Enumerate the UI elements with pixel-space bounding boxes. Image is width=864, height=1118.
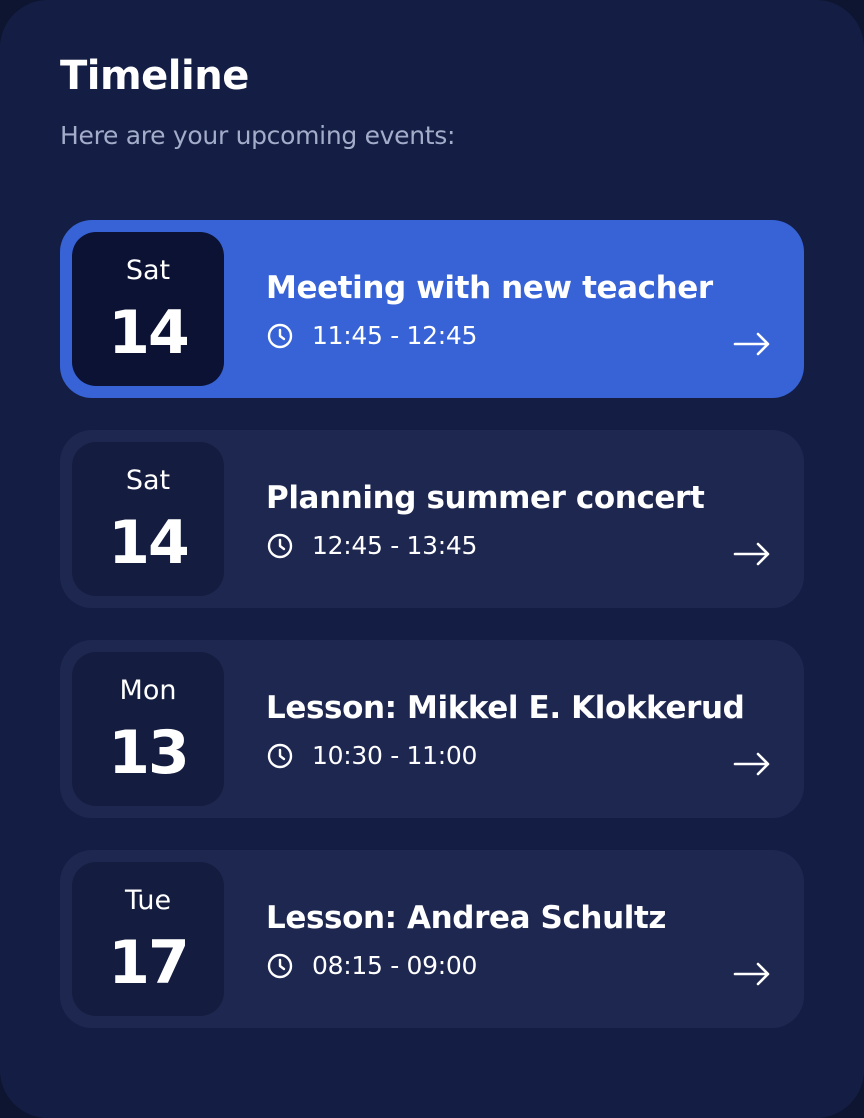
event-title: Meeting with new teacher [266,270,713,306]
event-date-box: Sat 14 [72,232,224,386]
event-time-row: 08:15 - 09:00 [266,948,477,984]
event-title: Planning summer concert [266,480,705,516]
event-day-number: 17 [108,928,190,998]
event-card[interactable]: Mon 13 Lesson: Mikkel E. Klokkerud 10:30… [60,640,804,818]
event-day-number: 14 [108,508,190,578]
event-day-number: 14 [108,298,190,368]
event-card[interactable]: Sat 14 Meeting with new teacher 11:45 - … [60,220,804,398]
event-card[interactable]: Tue 17 Lesson: Andrea Schultz 08:15 - 09… [60,850,804,1028]
timeline-panel: Timeline Here are your upcoming events: … [0,0,864,1118]
event-date-box: Sat 14 [72,442,224,596]
event-time: 12:45 - 13:45 [312,531,478,560]
event-date-box: Tue 17 [72,862,224,1016]
event-card[interactable]: Sat 14 Planning summer concert 12:45 - 1… [60,430,804,608]
event-day-number: 13 [108,718,190,788]
event-list: Sat 14 Meeting with new teacher 11:45 - … [60,220,804,1060]
event-time: 10:30 - 11:00 [312,741,478,770]
event-title: Lesson: Mikkel E. Klokkerud [266,690,745,726]
event-time: 11:45 - 12:45 [312,321,478,350]
event-day-name: Tue [124,885,172,916]
event-day-name: Mon [119,675,177,706]
arrow-right-icon[interactable] [732,328,772,360]
page-subtitle: Here are your upcoming events: [60,121,456,150]
clock-icon [267,323,293,349]
page-title: Timeline [60,53,249,99]
event-day-name: Sat [125,255,171,286]
arrow-right-icon[interactable] [732,538,772,570]
arrow-right-icon[interactable] [732,748,772,780]
event-time: 08:15 - 09:00 [312,951,478,980]
arrow-right-icon[interactable] [732,958,772,990]
clock-icon [267,533,293,559]
event-title: Lesson: Andrea Schultz [266,900,667,936]
event-date-box: Mon 13 [72,652,224,806]
clock-icon [267,743,293,769]
event-day-name: Sat [125,465,171,496]
clock-icon [267,953,293,979]
event-time-row: 12:45 - 13:45 [266,528,477,564]
event-time-row: 10:30 - 11:00 [266,738,477,774]
event-time-row: 11:45 - 12:45 [266,318,477,354]
